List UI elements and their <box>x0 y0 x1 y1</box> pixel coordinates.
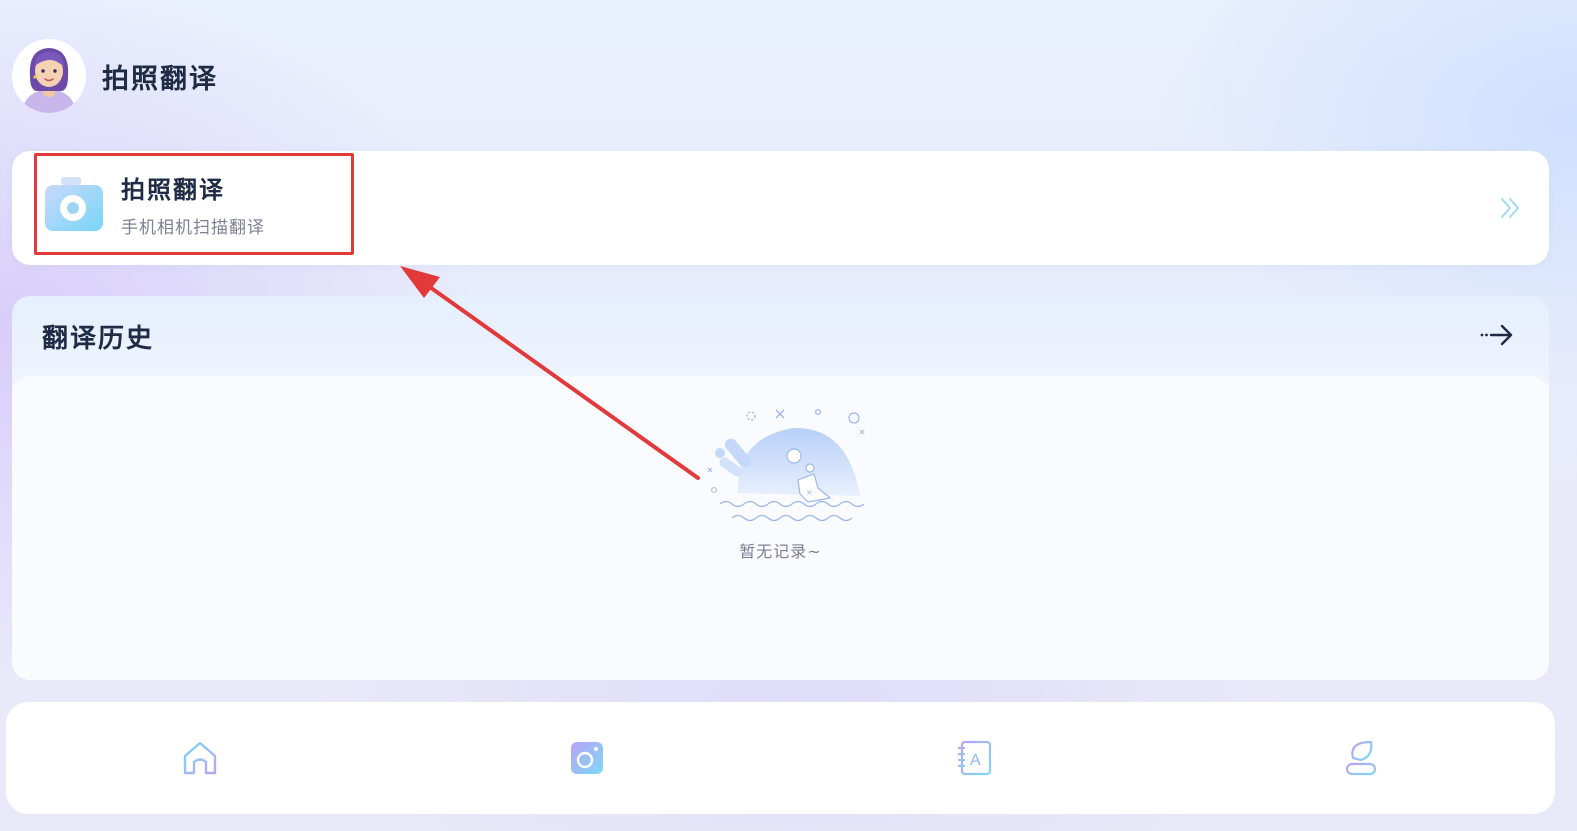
photo-translate-title: 拍照翻译 <box>121 176 225 204</box>
camera-icon <box>43 173 105 235</box>
history-list: × 暂无记录~ <box>12 376 1549 680</box>
empty-state-illustration: × <box>698 398 868 533</box>
photo-translate-subtitle: 手机相机扫描翻译 <box>121 218 265 238</box>
dictionary-icon: A <box>958 740 992 776</box>
page-title: 拍照翻译 <box>102 63 218 95</box>
history-title: 翻译历史 <box>42 324 155 354</box>
avatar[interactable] <box>12 39 86 113</box>
double-chevron-right-icon[interactable] <box>1499 194 1523 222</box>
photo-translate-highlight[interactable]: 拍照翻译 手机相机扫描翻译 <box>34 153 354 255</box>
svg-text:A: A <box>970 752 981 769</box>
nav-item-profile[interactable] <box>1171 702 1551 814</box>
camera-icon <box>570 742 603 774</box>
avatar-girl-icon <box>12 39 86 113</box>
app-header: 拍照翻译 <box>12 39 218 113</box>
nav-item-camera[interactable] <box>397 702 777 814</box>
photo-translate-card[interactable]: 拍照翻译 手机相机扫描翻译 <box>12 151 1549 265</box>
arrow-right-icon[interactable] <box>1479 321 1515 349</box>
photo-translate-text: 拍照翻译 手机相机扫描翻译 <box>121 170 265 238</box>
nav-item-dictionary[interactable]: A <box>784 702 1164 814</box>
nav-item-home[interactable] <box>10 702 390 814</box>
bottom-nav: A <box>6 702 1555 814</box>
profile-icon <box>1346 740 1377 776</box>
empty-state-text: 暂无记录~ <box>739 542 822 561</box>
svg-text:×: × <box>806 488 813 497</box>
history-header: 翻译历史 <box>12 296 1549 376</box>
translation-history-panel: 翻译历史 × 暂无记录~ <box>12 296 1549 680</box>
home-icon <box>183 741 216 775</box>
